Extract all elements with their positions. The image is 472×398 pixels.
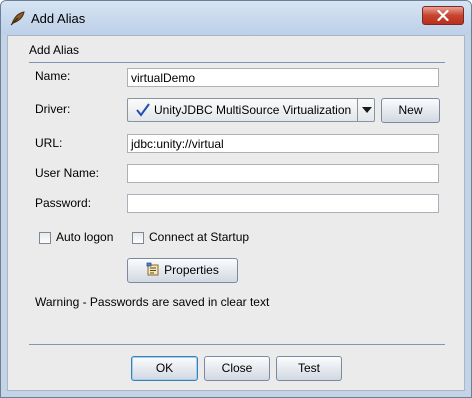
url-field[interactable]: jdbc:unity://virtual: [127, 134, 439, 153]
add-alias-dialog: Add Alias Add Alias Name: virtualDemo Dr…: [0, 0, 472, 398]
connect-at-startup-checkbox[interactable]: [132, 232, 144, 244]
group-title: Add Alias: [29, 43, 80, 57]
checkmark-icon: [136, 103, 150, 117]
close-icon: [437, 10, 449, 21]
window-close-button[interactable]: [422, 6, 464, 25]
footer-separator: [29, 344, 445, 345]
driver-label: Driver:: [35, 102, 71, 116]
connect-at-startup-label[interactable]: Connect at Startup: [149, 230, 249, 244]
new-driver-button[interactable]: New: [381, 98, 440, 123]
auto-logon-checkbox[interactable]: [39, 232, 51, 244]
properties-button[interactable]: Properties: [127, 258, 238, 283]
properties-label: Properties: [164, 263, 219, 277]
name-label: Name:: [35, 69, 71, 83]
window-title: Add Alias: [31, 11, 86, 26]
properties-icon: [146, 262, 159, 276]
driver-select[interactable]: UnityJDBC MultiSource Virtualization: [127, 98, 375, 122]
user-name-label: User Name:: [35, 166, 100, 180]
title-bar[interactable]: Add Alias: [1, 1, 471, 35]
driver-dropdown-button[interactable]: [357, 99, 377, 121]
feather-icon: [9, 9, 27, 27]
group-separator: [29, 62, 445, 63]
close-button[interactable]: Close: [204, 356, 270, 381]
dialog-content: Add Alias Name: virtualDemo Driver: Unit…: [7, 35, 465, 391]
driver-selected-value: UnityJDBC MultiSource Virtualization: [154, 103, 352, 117]
ok-button[interactable]: OK: [131, 356, 198, 381]
password-label: Password:: [35, 196, 92, 210]
url-label: URL:: [35, 136, 63, 150]
name-field[interactable]: virtualDemo: [127, 68, 439, 87]
password-warning: Warning - Passwords are saved in clear t…: [35, 295, 270, 309]
password-field[interactable]: [127, 194, 439, 213]
auto-logon-label[interactable]: Auto logon: [56, 230, 113, 244]
chevron-down-icon: [362, 107, 372, 113]
test-button[interactable]: Test: [276, 356, 342, 381]
user-name-field[interactable]: [127, 164, 439, 183]
